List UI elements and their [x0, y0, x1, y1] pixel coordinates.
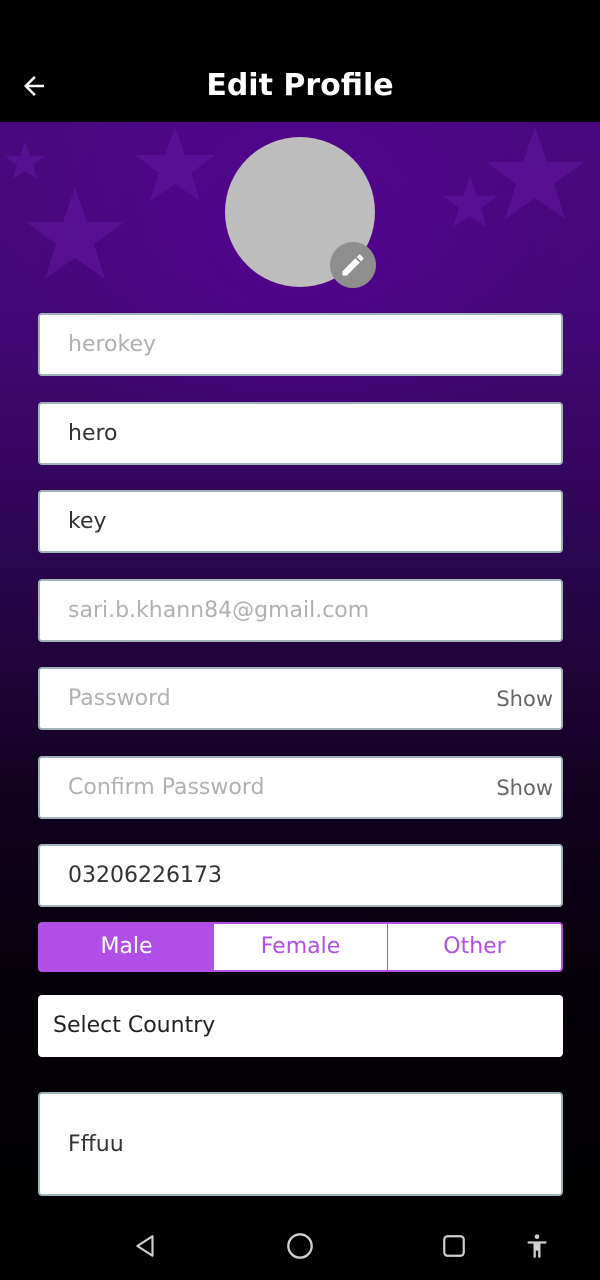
email-value: sari.b.khann84@gmail.com [68, 598, 370, 623]
profile-form-area: hero key sari.b.khann84@gmail.com Show S… [0, 122, 600, 1210]
page-title: Edit Profile [206, 68, 394, 103]
pencil-icon [342, 254, 364, 276]
show-password-button[interactable]: Show [496, 687, 553, 711]
square-recents-icon [443, 1235, 465, 1257]
gender-option-female[interactable]: Female [213, 924, 387, 970]
password-field[interactable]: Show [38, 667, 563, 730]
app-bar: Edit Profile [0, 0, 600, 122]
email-field[interactable]: sari.b.khann84@gmail.com [38, 579, 563, 642]
confirm-password-field[interactable]: Show [38, 756, 563, 819]
bio-field[interactable]: Fffuu [38, 1092, 563, 1196]
bio-value: Fffuu [68, 1132, 124, 1157]
edit-avatar-button[interactable] [330, 242, 376, 288]
nav-recents-button[interactable] [434, 1226, 474, 1266]
nav-back-button[interactable] [126, 1226, 166, 1266]
show-confirm-password-button[interactable]: Show [496, 776, 553, 800]
username-input[interactable] [68, 315, 488, 374]
gender-option-male[interactable]: Male [40, 924, 213, 970]
confirm-password-input[interactable] [68, 758, 488, 817]
nav-accessibility-button[interactable] [517, 1226, 557, 1266]
system-navigation-bar [0, 1210, 600, 1280]
country-select-label: Select Country [53, 1013, 216, 1038]
phone-value: 03206226173 [68, 863, 222, 888]
country-select[interactable]: Select Country [38, 995, 563, 1057]
first-name-field[interactable]: hero [38, 402, 563, 465]
triangle-back-icon [136, 1235, 154, 1257]
phone-field[interactable]: 03206226173 [38, 844, 563, 907]
accessibility-icon [527, 1234, 547, 1258]
last-name-field[interactable]: key [38, 490, 563, 553]
gender-option-other[interactable]: Other [387, 924, 561, 970]
username-field[interactable] [38, 313, 563, 376]
nav-home-button[interactable] [280, 1226, 320, 1266]
circle-home-icon [287, 1233, 313, 1259]
gender-selector: Male Female Other [38, 922, 563, 972]
first-name-value: hero [68, 421, 118, 446]
password-input[interactable] [68, 669, 488, 728]
last-name-value: key [68, 509, 107, 534]
